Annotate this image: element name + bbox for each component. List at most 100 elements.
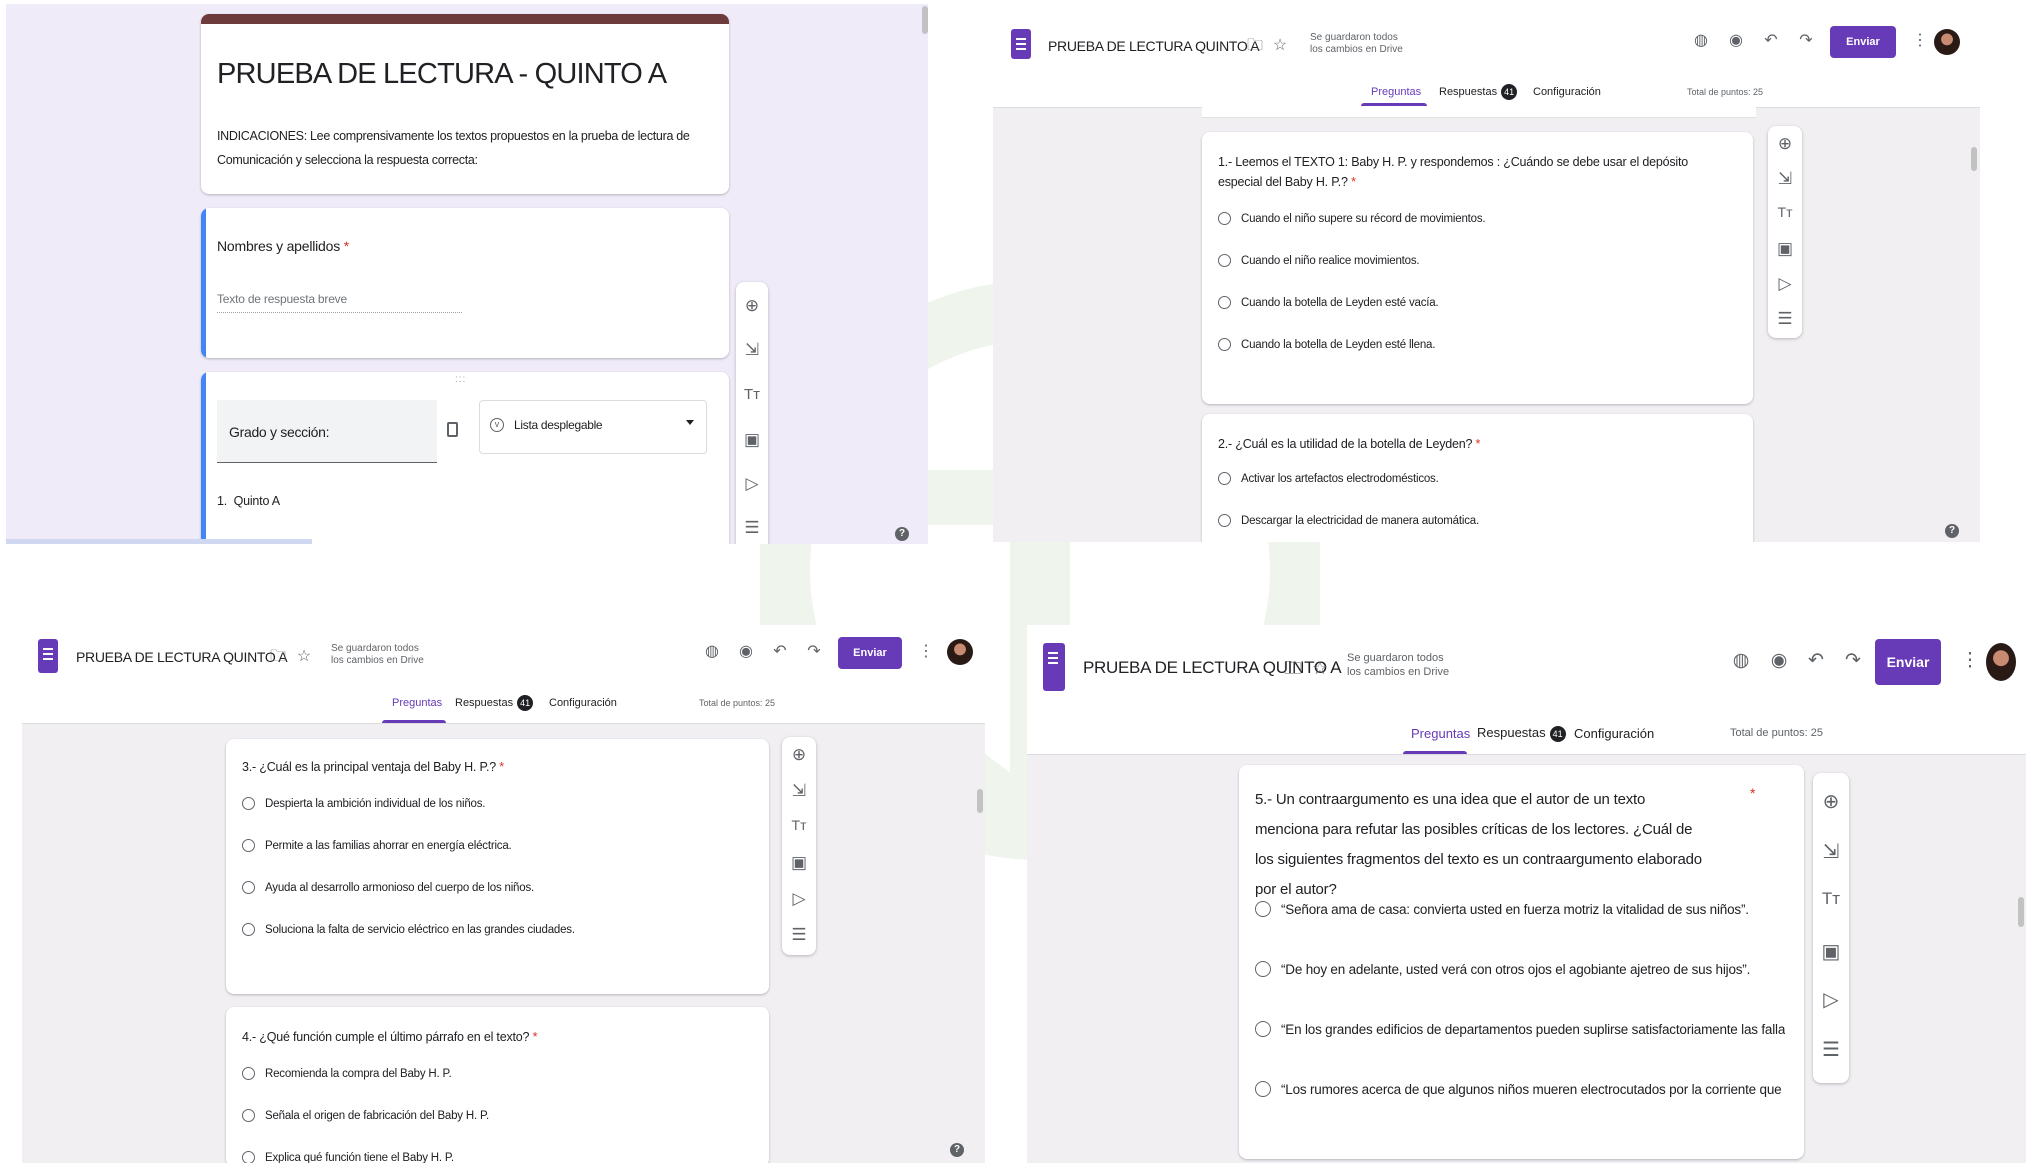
add-title-icon[interactable]: Tт (782, 817, 816, 833)
help-icon[interactable]: ? (895, 527, 909, 541)
radio-button[interactable] (1218, 212, 1231, 225)
option-row[interactable]: “Señora ama de casa: convierta usted en … (1255, 901, 1785, 917)
help-icon[interactable]: ? (1945, 524, 1959, 538)
tab-questions[interactable]: Preguntas (1371, 86, 1421, 98)
tab-settings[interactable]: Configuración (549, 697, 617, 709)
folder-icon[interactable]: 🗀 (1245, 37, 1265, 55)
add-video-icon[interactable]: ▷ (782, 889, 816, 909)
add-title-icon[interactable]: Tт (1813, 889, 1849, 909)
tab-questions[interactable]: Preguntas (1411, 726, 1470, 741)
add-section-icon[interactable]: ☰ (1768, 309, 1802, 329)
question-card-3[interactable]: 3.- ¿Cuál es la principal ventaja del Ba… (226, 739, 769, 994)
forms-icon[interactable] (1011, 29, 1031, 59)
send-button[interactable]: Enviar (1830, 26, 1896, 58)
scrollbar[interactable] (977, 789, 983, 813)
scrollbar[interactable] (922, 6, 928, 34)
palette-icon[interactable]: ◍ (1731, 651, 1751, 670)
option-row[interactable]: Cuando la botella de Leyden esté vacía. (1218, 296, 1439, 309)
folder-icon[interactable]: 🗀 (268, 648, 288, 666)
option-row[interactable]: Señala el origen de fabricación del Baby… (242, 1109, 489, 1122)
star-icon[interactable]: ☆ (1270, 37, 1290, 55)
add-section-icon[interactable]: ☰ (782, 925, 816, 945)
option-row[interactable]: Descargar la electricidad de manera auto… (1218, 514, 1479, 527)
option-row[interactable]: Cuando el niño realice movimientos. (1218, 254, 1420, 267)
add-question-icon[interactable]: ⊕ (1768, 134, 1802, 154)
folder-icon[interactable]: 🗀 (1283, 659, 1303, 677)
import-questions-icon[interactable]: ⇲ (782, 781, 816, 801)
radio-button[interactable] (1218, 338, 1231, 351)
add-question-icon[interactable]: ⊕ (1813, 789, 1849, 814)
form-description[interactable]: INDICACIONES: Lee comprensivamente los t… (217, 124, 697, 172)
avatar[interactable] (1934, 29, 1960, 55)
add-image-icon[interactable]: ▣ (782, 853, 816, 873)
question-card-grade[interactable]: ::: Grado y sección: v Lista desplegable… (201, 372, 729, 544)
option-row[interactable]: Cuando la botella de Leyden esté llena. (1218, 338, 1435, 351)
option-row[interactable]: Activar los artefactos electrodomésticos… (1218, 472, 1439, 485)
form-title[interactable]: PRUEBA DE LECTURA - QUINTO A (217, 58, 667, 91)
option-row[interactable]: “Los rumores acerca de que algunos niños… (1255, 1081, 1785, 1097)
add-title-icon[interactable]: Tт (736, 386, 768, 403)
radio-button[interactable] (1255, 961, 1271, 977)
undo-icon[interactable]: ↶ (1806, 651, 1826, 670)
question-card-name[interactable]: Nombres y apellidos * Texto de respuesta… (201, 208, 729, 358)
import-questions-icon[interactable]: ⇲ (1768, 169, 1802, 189)
undo-icon[interactable]: ↶ (1761, 32, 1781, 50)
add-image-icon[interactable]: ▣ (1813, 939, 1849, 964)
add-image-icon[interactable] (447, 422, 458, 437)
more-options-icon[interactable]: ⋮ (1960, 651, 1980, 670)
question-card-1[interactable]: 1.- Leemos el TEXTO 1: Baby H. P. y resp… (1202, 132, 1753, 404)
radio-button[interactable] (1218, 296, 1231, 309)
add-section-icon[interactable]: ☰ (1813, 1037, 1849, 1062)
palette-icon[interactable]: ◍ (702, 643, 722, 661)
radio-button[interactable] (1218, 472, 1231, 485)
radio-button[interactable] (242, 923, 255, 936)
tab-responses[interactable]: Respuestas 41 (455, 695, 534, 711)
drag-handle[interactable]: ::: (455, 374, 466, 385)
option-row[interactable]: Recomienda la compra del Baby H. P. (242, 1067, 452, 1080)
radio-button[interactable] (1255, 1081, 1271, 1097)
form-title[interactable]: PRUEBA DE LECTURA QUINTO A (76, 649, 288, 665)
option-row[interactable]: “En los grandes edificios de departament… (1255, 1021, 1785, 1037)
dropdown-option-row[interactable]: 1. Quinto A (217, 494, 280, 508)
help-icon[interactable]: ? (950, 1143, 964, 1157)
tab-settings[interactable]: Configuración (1533, 86, 1601, 98)
question-card-2[interactable]: 2.- ¿Cuál es la utilidad de la botella d… (1202, 414, 1753, 542)
redo-icon[interactable]: ↷ (1843, 651, 1863, 670)
radio-button[interactable] (242, 839, 255, 852)
question-title-input[interactable]: Grado y sección: (217, 400, 437, 463)
more-options-icon[interactable]: ⋮ (916, 643, 936, 661)
star-icon[interactable]: ☆ (1310, 659, 1330, 677)
radio-button[interactable] (1218, 254, 1231, 267)
radio-button[interactable] (1255, 1021, 1271, 1037)
add-image-icon[interactable]: ▣ (1768, 239, 1802, 259)
question-type-dropdown[interactable]: v Lista desplegable (479, 400, 707, 454)
radio-button[interactable] (1255, 901, 1271, 917)
option-row[interactable]: Soluciona la falta de servicio eléctrico… (242, 923, 575, 936)
add-video-icon[interactable]: ▷ (1768, 274, 1802, 294)
undo-icon[interactable]: ↶ (770, 643, 790, 661)
forms-icon[interactable] (38, 639, 58, 673)
tab-responses[interactable]: Respuestas 41 (1477, 725, 1566, 742)
option-row[interactable]: “De hoy en adelante, usted verá con otro… (1255, 961, 1785, 977)
tab-responses[interactable]: Respuestas 41 (1439, 84, 1518, 100)
radio-button[interactable] (242, 1151, 255, 1163)
radio-button[interactable] (242, 797, 255, 810)
tab-settings[interactable]: Configuración (1574, 726, 1654, 741)
preview-eye-icon[interactable]: ◉ (1726, 32, 1746, 50)
option-row[interactable]: Cuando el niño supere su récord de movim… (1218, 212, 1486, 225)
question-card-5[interactable]: 5.- Un contraargumento es una idea que e… (1239, 765, 1804, 1159)
option-row[interactable]: Despierta la ambición individual de los … (242, 797, 485, 810)
palette-icon[interactable]: ◍ (1691, 32, 1711, 50)
redo-icon[interactable]: ↷ (804, 643, 824, 661)
radio-button[interactable] (242, 1109, 255, 1122)
preview-eye-icon[interactable]: ◉ (736, 643, 756, 661)
question-card-4[interactable]: 4.- ¿Qué función cumple el último párraf… (226, 1007, 769, 1163)
star-icon[interactable]: ☆ (294, 648, 314, 666)
forms-icon[interactable] (1043, 643, 1065, 691)
send-button[interactable]: Enviar (838, 637, 902, 669)
add-question-icon[interactable]: ⊕ (736, 296, 768, 316)
avatar[interactable] (947, 639, 973, 665)
option-row[interactable]: Permite a las familias ahorrar en energí… (242, 839, 512, 852)
add-question-icon[interactable]: ⊕ (782, 745, 816, 765)
form-title[interactable]: PRUEBA DE LECTURA QUINTO A (1048, 38, 1260, 54)
